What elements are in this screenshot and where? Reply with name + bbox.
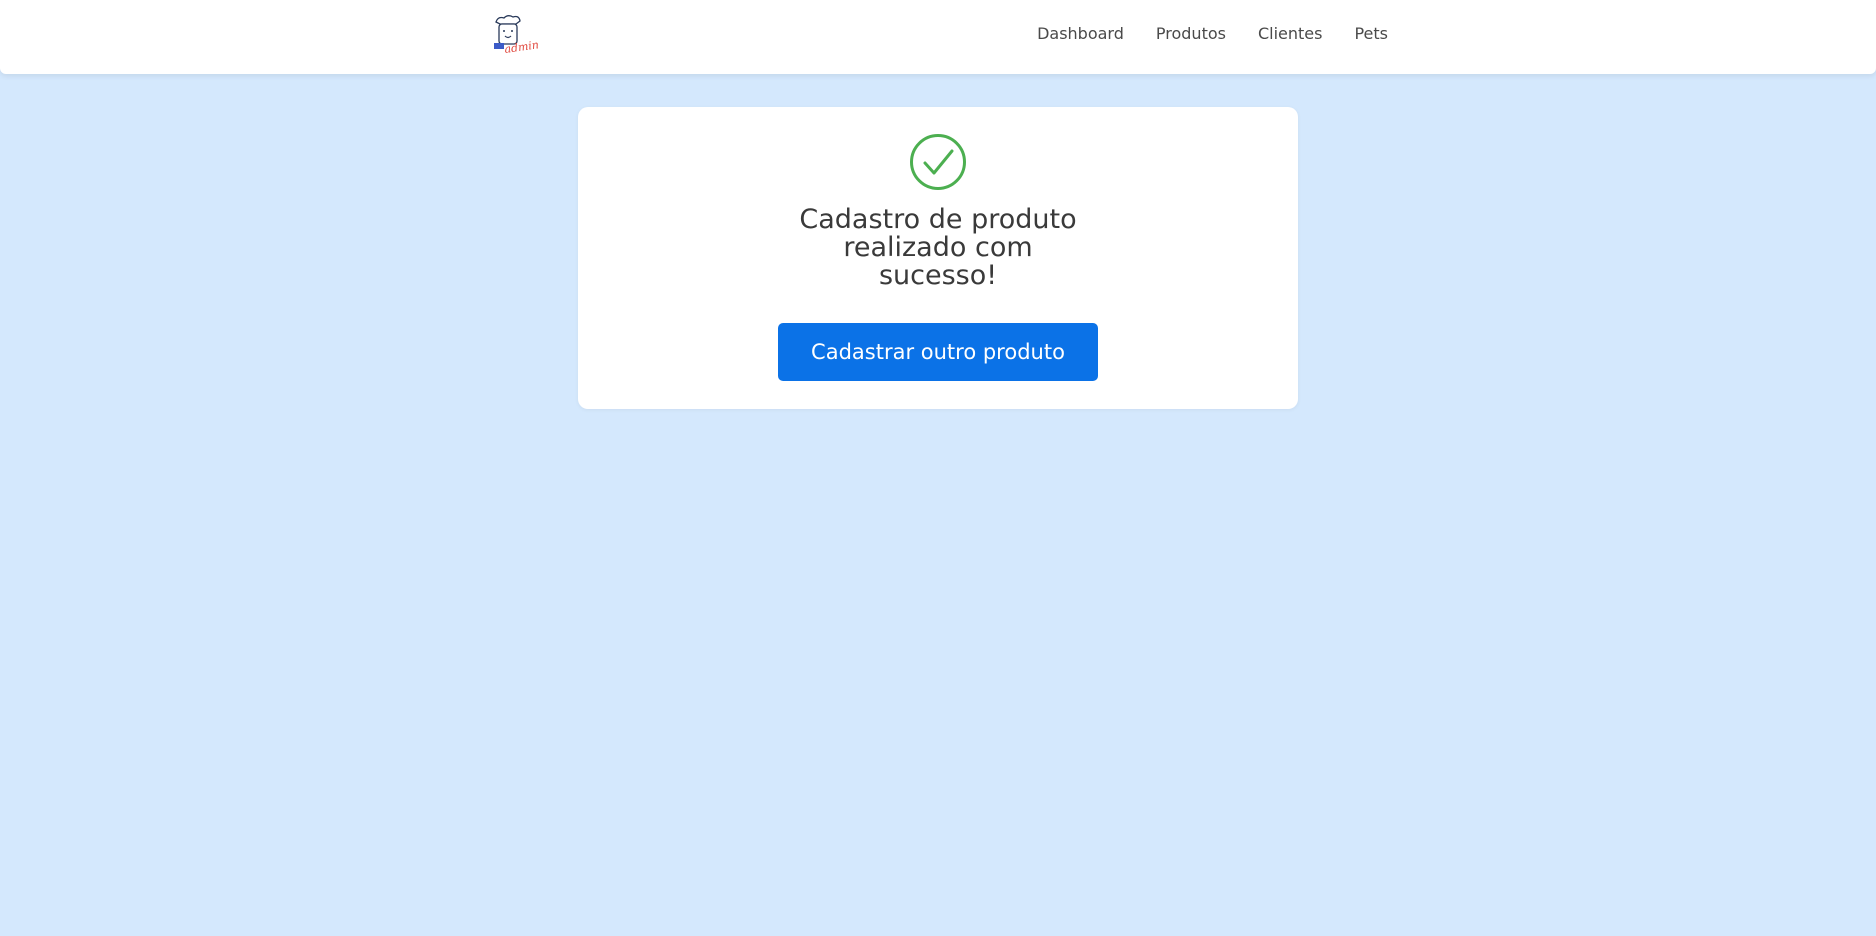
- top-navbar: admin Dashboard Produtos Clientes Pets: [0, 0, 1876, 74]
- success-message: Cadastro de produto realizado com sucess…: [738, 206, 1138, 290]
- success-card: Cadastro de produto realizado com sucess…: [578, 107, 1298, 409]
- nav-clientes[interactable]: Clientes: [1258, 24, 1323, 43]
- success-message-line2: realizado com: [843, 232, 1033, 263]
- nav-pets[interactable]: Pets: [1354, 24, 1388, 43]
- register-another-product-button[interactable]: Cadastrar outro produto: [778, 323, 1098, 381]
- success-message-line3: sucesso!: [878, 260, 998, 291]
- dog-chef-logo-icon[interactable]: admin: [486, 14, 538, 58]
- nav-produtos[interactable]: Produtos: [1156, 24, 1226, 43]
- success-message-line1: Cadastro de produto: [799, 204, 1077, 235]
- check-circle-icon: [910, 134, 966, 190]
- main-nav: Dashboard Produtos Clientes Pets: [1037, 24, 1388, 43]
- nav-dashboard[interactable]: Dashboard: [1037, 24, 1124, 43]
